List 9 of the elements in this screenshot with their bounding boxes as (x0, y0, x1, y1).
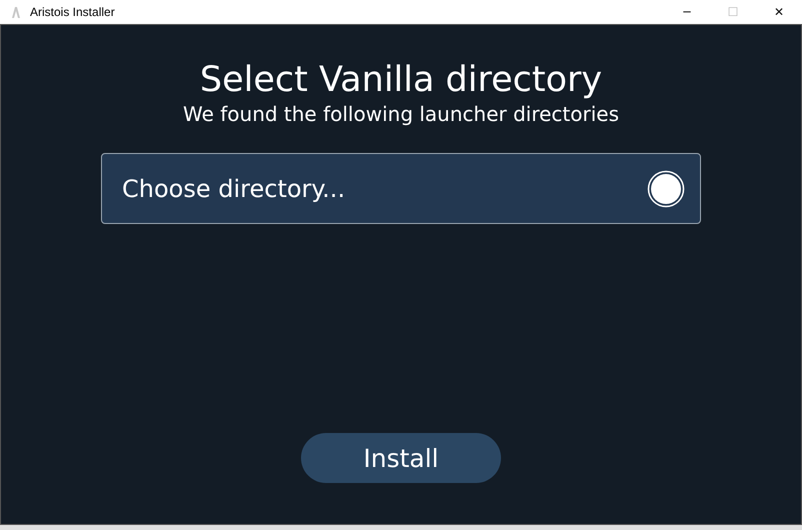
app-logo-icon (11, 6, 21, 18)
install-button[interactable]: Install (301, 433, 501, 483)
subheading: We found the following launcher directories (182, 101, 620, 127)
minimize-button[interactable]: ─ (664, 0, 710, 24)
window-title: Aristois Installer (30, 5, 115, 19)
close-button[interactable]: ✕ (756, 0, 802, 24)
circle-icon (647, 170, 685, 208)
directory-dropdown[interactable]: Choose directory... (101, 153, 701, 224)
heading: Select Vanilla directory (200, 59, 602, 101)
